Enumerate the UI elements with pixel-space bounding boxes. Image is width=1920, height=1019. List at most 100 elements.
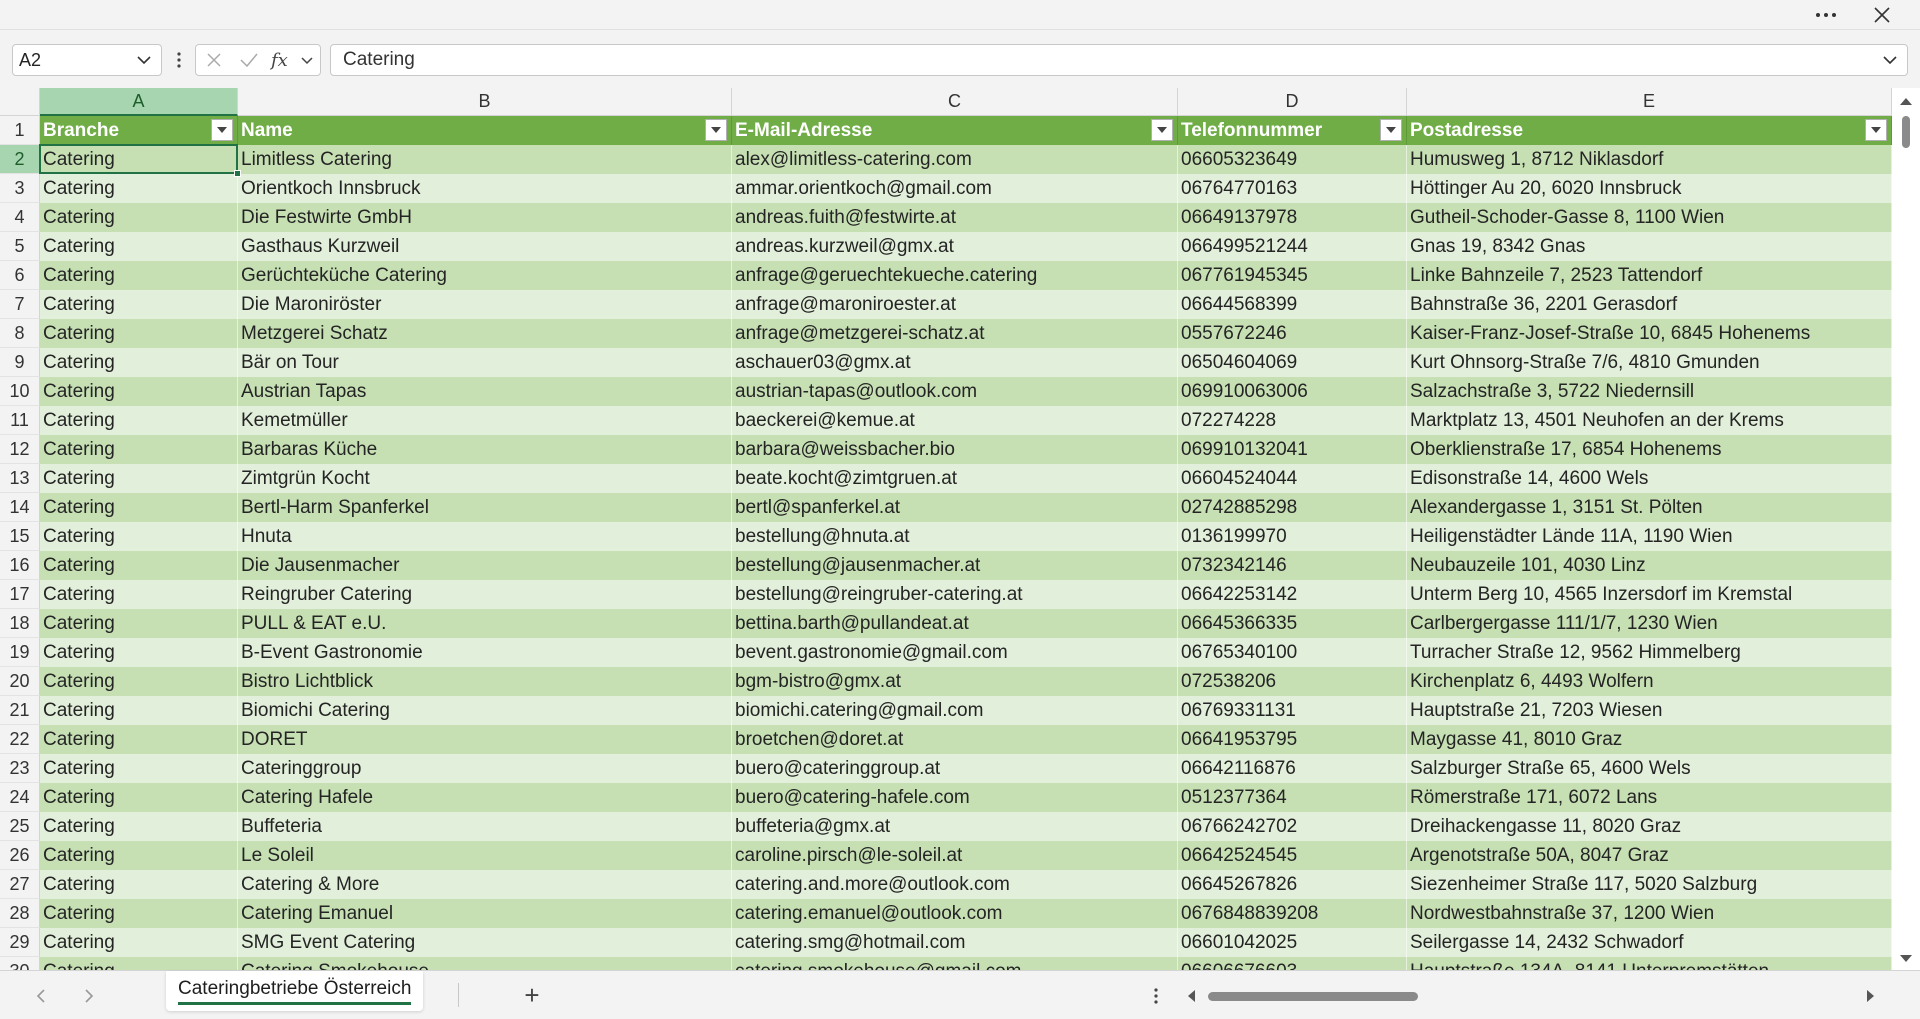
table-cell-branche[interactable]: Catering: [40, 522, 238, 551]
formula-bar-options-button[interactable]: [170, 46, 188, 74]
table-cell-name[interactable]: Die Festwirte GmbH: [238, 203, 732, 232]
table-cell-name[interactable]: Kemetmüller: [238, 406, 732, 435]
table-cell-postadresse[interactable]: Oberklienstraße 17, 6854 Hohenems: [1407, 435, 1892, 464]
row-header[interactable]: 14: [0, 493, 40, 522]
table-cell-email[interactable]: andreas.fuith@festwirte.at: [732, 203, 1178, 232]
table-cell-name[interactable]: Die Maroniröster: [238, 290, 732, 319]
table-cell-email[interactable]: bgm-bistro@gmx.at: [732, 667, 1178, 696]
sheet-tab-cateringbetriebe[interactable]: Cateringbetriebe Österreich: [166, 971, 424, 1011]
table-cell-postadresse[interactable]: Kaiser-Franz-Josef-Straße 10, 6845 Hohen…: [1407, 319, 1892, 348]
table-cell-name[interactable]: Barbaras Küche: [238, 435, 732, 464]
table-cell-name[interactable]: B-Event Gastronomie: [238, 638, 732, 667]
table-cell-branche[interactable]: Catering: [40, 435, 238, 464]
table-cell-email[interactable]: aschauer03@gmx.at: [732, 348, 1178, 377]
table-cell-telefon[interactable]: 0557672246: [1178, 319, 1407, 348]
table-cell-email[interactable]: bettina.barth@pullandeat.at: [732, 609, 1178, 638]
table-cell-branche[interactable]: Catering: [40, 580, 238, 609]
table-header-branche[interactable]: Branche: [40, 116, 238, 145]
table-cell-telefon[interactable]: 06769331131: [1178, 696, 1407, 725]
table-cell-postadresse[interactable]: Hauptstraße 134A, 8141 Unterpremstätten: [1407, 957, 1892, 970]
table-cell-email[interactable]: bestellung@hnuta.at: [732, 522, 1178, 551]
table-cell-branche[interactable]: Catering: [40, 609, 238, 638]
name-box[interactable]: A2: [12, 44, 162, 76]
row-header[interactable]: 12: [0, 435, 40, 464]
table-cell-telefon[interactable]: 06642116876: [1178, 754, 1407, 783]
table-cell-postadresse[interactable]: Edisonstraße 14, 4600 Wels: [1407, 464, 1892, 493]
scroll-right-icon[interactable]: [1866, 989, 1876, 1003]
table-cell-name[interactable]: Metzgerei Schatz: [238, 319, 732, 348]
spreadsheet-grid[interactable]: A B C D E 1 Branche Name E-Mail-Adresse Telefonnu…: [0, 88, 1920, 970]
row-header[interactable]: 18: [0, 609, 40, 638]
table-cell-name[interactable]: Hnuta: [238, 522, 732, 551]
row-header[interactable]: 30: [0, 957, 40, 970]
table-cell-branche[interactable]: Catering: [40, 174, 238, 203]
table-cell-postadresse[interactable]: Salzachstraße 3, 5722 Niedernsill: [1407, 377, 1892, 406]
table-cell-telefon[interactable]: 06605323649: [1178, 145, 1407, 174]
row-header[interactable]: 7: [0, 290, 40, 319]
table-cell-name[interactable]: Austrian Tapas: [238, 377, 732, 406]
table-cell-telefon[interactable]: 0676848839208: [1178, 899, 1407, 928]
table-cell-branche[interactable]: Catering: [40, 638, 238, 667]
next-sheet-button[interactable]: [74, 983, 104, 1009]
table-cell-telefon[interactable]: 0512377364: [1178, 783, 1407, 812]
row-header[interactable]: 9: [0, 348, 40, 377]
scroll-up-icon[interactable]: [1899, 96, 1913, 106]
table-cell-postadresse[interactable]: Unterm Berg 10, 4565 Inzersdorf im Krems…: [1407, 580, 1892, 609]
table-cell-name[interactable]: SMG Event Catering: [238, 928, 732, 957]
table-cell-postadresse[interactable]: Linke Bahnzeile 7, 2523 Tattendorf: [1407, 261, 1892, 290]
table-cell-email[interactable]: anfrage@maroniroester.at: [732, 290, 1178, 319]
row-header[interactable]: 25: [0, 812, 40, 841]
vertical-scroll-thumb[interactable]: [1902, 116, 1910, 148]
column-header-b[interactable]: B: [238, 88, 732, 116]
table-cell-telefon[interactable]: 06504604069: [1178, 348, 1407, 377]
sheet-bar-options-button[interactable]: [1146, 981, 1166, 1011]
row-header[interactable]: 28: [0, 899, 40, 928]
table-cell-name[interactable]: Reingruber Catering: [238, 580, 732, 609]
table-cell-name[interactable]: PULL & EAT e.U.: [238, 609, 732, 638]
table-cell-postadresse[interactable]: Römerstraße 171, 6072 Lans: [1407, 783, 1892, 812]
table-cell-email[interactable]: andreas.kurzweil@gmx.at: [732, 232, 1178, 261]
table-cell-branche[interactable]: Catering: [40, 493, 238, 522]
row-header[interactable]: 21: [0, 696, 40, 725]
table-cell-email[interactable]: anfrage@geruechtekueche.catering: [732, 261, 1178, 290]
table-cell-name[interactable]: Catering Hafele: [238, 783, 732, 812]
table-cell-postadresse[interactable]: Kurt Ohnsorg-Straße 7/6, 4810 Gmunden: [1407, 348, 1892, 377]
row-header[interactable]: 17: [0, 580, 40, 609]
table-cell-name[interactable]: Gerüchteküche Catering: [238, 261, 732, 290]
table-cell-email[interactable]: bestellung@reingruber-catering.at: [732, 580, 1178, 609]
table-header-postadresse[interactable]: Postadresse: [1407, 116, 1892, 145]
filter-dropdown-button[interactable]: [1865, 119, 1887, 141]
row-header[interactable]: 6: [0, 261, 40, 290]
table-cell-name[interactable]: Limitless Catering: [238, 145, 732, 174]
row-header[interactable]: 29: [0, 928, 40, 957]
table-cell-branche[interactable]: Catering: [40, 203, 238, 232]
table-cell-postadresse[interactable]: Gnas 19, 8342 Gnas: [1407, 232, 1892, 261]
row-header[interactable]: 15: [0, 522, 40, 551]
table-cell-telefon[interactable]: 06645366335: [1178, 609, 1407, 638]
table-cell-name[interactable]: Catering Smokehouse: [238, 957, 732, 970]
table-cell-telefon[interactable]: 06604524044: [1178, 464, 1407, 493]
column-header-a[interactable]: A: [40, 88, 238, 116]
table-cell-branche[interactable]: Catering: [40, 667, 238, 696]
table-cell-postadresse[interactable]: Siezenheimer Straße 117, 5020 Salzburg: [1407, 870, 1892, 899]
table-cell-branche[interactable]: Catering: [40, 348, 238, 377]
row-header[interactable]: 20: [0, 667, 40, 696]
table-cell-branche[interactable]: Catering: [40, 725, 238, 754]
table-cell-telefon[interactable]: 06645267826: [1178, 870, 1407, 899]
table-cell-email[interactable]: alex@limitless-catering.com: [732, 145, 1178, 174]
table-cell-telefon[interactable]: 0136199970: [1178, 522, 1407, 551]
scroll-left-icon[interactable]: [1186, 989, 1196, 1003]
table-cell-name[interactable]: Zimtgrün Kocht: [238, 464, 732, 493]
table-cell-branche[interactable]: Catering: [40, 783, 238, 812]
table-cell-telefon[interactable]: 06601042025: [1178, 928, 1407, 957]
table-cell-branche[interactable]: Catering: [40, 696, 238, 725]
table-cell-name[interactable]: Catering & More: [238, 870, 732, 899]
add-sheet-button[interactable]: +: [516, 979, 548, 1011]
table-cell-postadresse[interactable]: Maygasse 41, 8010 Graz: [1407, 725, 1892, 754]
table-cell-email[interactable]: buffeteria@gmx.at: [732, 812, 1178, 841]
table-cell-postadresse[interactable]: Gutheil-Schoder-Gasse 8, 1100 Wien: [1407, 203, 1892, 232]
table-cell-telefon[interactable]: 06644568399: [1178, 290, 1407, 319]
row-header[interactable]: 13: [0, 464, 40, 493]
table-cell-email[interactable]: broetchen@doret.at: [732, 725, 1178, 754]
table-cell-email[interactable]: catering.smg@hotmail.com: [732, 928, 1178, 957]
